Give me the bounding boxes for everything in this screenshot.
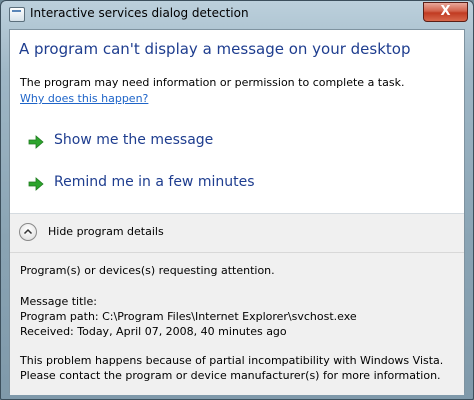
command-label: Show me the message bbox=[54, 132, 214, 148]
window-title: Interactive services dialog detection bbox=[30, 6, 249, 20]
show-message-command-link[interactable]: Show me the message bbox=[28, 132, 228, 154]
problem-text-line1: This problem happens because of partial … bbox=[20, 354, 444, 367]
received-text: Received: Today, April 07, 2008, 40 minu… bbox=[20, 325, 287, 338]
divider bbox=[10, 252, 464, 253]
problem-text-line2: Please contact the program or device man… bbox=[20, 369, 441, 382]
description-text: The program may need information or perm… bbox=[20, 76, 405, 89]
message-title-text: Message title: bbox=[20, 295, 97, 308]
hide-details-toggle[interactable]: Hide program details bbox=[19, 222, 179, 244]
title-bar[interactable]: Interactive services dialog detection X bbox=[1, 1, 473, 29]
green-arrow-icon bbox=[28, 177, 44, 191]
green-arrow-icon bbox=[28, 135, 44, 149]
dialog-content: A program can't display a message on you… bbox=[9, 29, 465, 395]
program-details-panel: Hide program details Program(s) or devic… bbox=[10, 213, 464, 395]
program-path-text: Program path: C:\Program Files\Internet … bbox=[20, 310, 357, 323]
chevron-up-icon bbox=[19, 223, 37, 241]
why-does-this-happen-link[interactable]: Why does this happen? bbox=[20, 92, 148, 105]
remind-later-command-link[interactable]: Remind me in a few minutes bbox=[28, 174, 268, 196]
main-instruction: A program can't display a message on you… bbox=[19, 40, 411, 58]
dialog-window: Interactive services dialog detection X … bbox=[0, 0, 474, 400]
app-window-icon bbox=[9, 7, 25, 22]
requesting-text: Program(s) or devices(s) requesting atte… bbox=[20, 264, 275, 277]
command-label: Remind me in a few minutes bbox=[54, 174, 255, 190]
close-button[interactable]: X bbox=[423, 2, 468, 22]
toggle-label: Hide program details bbox=[48, 225, 164, 238]
